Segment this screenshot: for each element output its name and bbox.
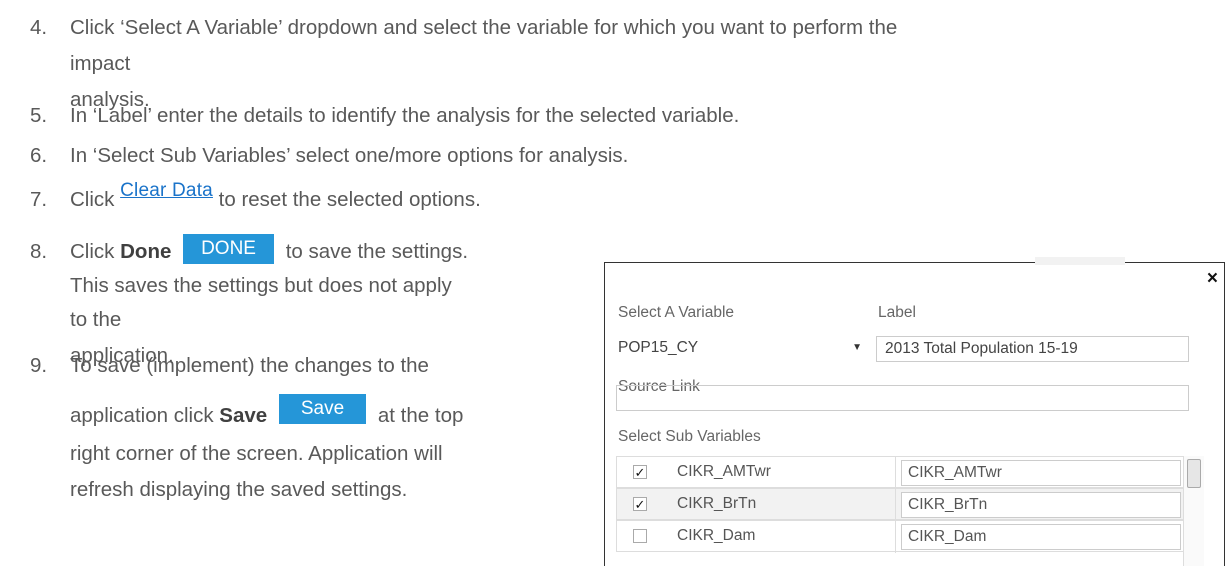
table-row: CIKR_Dam CIKR_Dam <box>616 520 1187 553</box>
variable-select-value: POP15_CY <box>618 339 699 356</box>
row-checkbox[interactable] <box>633 529 647 543</box>
column-divider <box>895 521 896 553</box>
step-text: Click <box>70 188 115 211</box>
step-number: 7. <box>30 188 48 211</box>
step-text: Click ‘Select A Variable’ dropdown and s… <box>70 16 898 39</box>
close-icon[interactable]: × <box>1207 269 1218 289</box>
table-row: ✓ CIKR_BrTn CIKR_BrTn <box>616 488 1187 521</box>
step-number: 5. <box>30 104 48 127</box>
label-label: Label <box>878 304 916 321</box>
row-checkbox[interactable]: ✓ <box>633 497 647 512</box>
sub-variable-name: CIKR_Dam <box>677 527 756 544</box>
step-text: This saves the settings but does not app… <box>70 274 452 297</box>
label-input[interactable]: 2013 Total Population 15-19 <box>876 336 1189 362</box>
save-bold-text: Save <box>219 404 268 427</box>
step-number: 9. <box>30 354 48 377</box>
step-text: In ‘Label’ enter the details to identify… <box>70 104 740 127</box>
table-row: ✓ CIKR_AMTwr CIKR_AMTwr <box>616 456 1187 489</box>
dialog-top-strip <box>1035 257 1125 265</box>
done-button[interactable]: DONE <box>183 233 274 264</box>
column-divider <box>895 457 896 489</box>
sub-variable-input[interactable]: CIKR_Dam <box>901 524 1181 550</box>
step-text: Click <box>70 240 115 263</box>
sub-variable-name: CIKR_AMTwr <box>677 463 771 480</box>
step-text: to save the settings. <box>285 240 469 263</box>
scrollbar[interactable] <box>1183 456 1204 566</box>
variable-select[interactable]: POP15_CY ▼ <box>616 336 870 362</box>
scrollbar-thumb[interactable] <box>1187 459 1201 488</box>
step-text: to reset the selected options. <box>218 188 481 211</box>
chevron-down-icon: ▼ <box>852 342 862 353</box>
clear-data-link[interactable]: Clear Data <box>120 180 213 201</box>
done-bold-text: Done <box>120 240 172 263</box>
column-divider <box>895 489 896 521</box>
step-text: In ‘Select Sub Variables’ select one/mor… <box>70 144 629 167</box>
select-sub-variables-label: Select Sub Variables <box>618 428 761 445</box>
step-text: application click <box>70 404 214 427</box>
step-number: 8. <box>30 240 48 263</box>
select-variable-label: Select A Variable <box>618 304 735 321</box>
save-button[interactable]: Save <box>278 393 367 424</box>
step-text: refresh displaying the saved settings. <box>70 478 408 501</box>
source-link-input[interactable] <box>616 385 1189 411</box>
sub-variable-input[interactable]: CIKR_AMTwr <box>901 460 1181 486</box>
step-number: 4. <box>30 16 48 39</box>
step-text: right corner of the screen. Application … <box>70 442 443 465</box>
label-input-value: 2013 Total Population 15-19 <box>885 340 1078 357</box>
step-text: at the top <box>377 404 464 427</box>
step-text: To save (implement) the changes to the <box>70 354 429 377</box>
sub-variable-input[interactable]: CIKR_BrTn <box>901 492 1181 518</box>
row-checkbox[interactable]: ✓ <box>633 465 647 480</box>
step-number: 6. <box>30 144 48 167</box>
sub-variable-name: CIKR_BrTn <box>677 495 757 512</box>
